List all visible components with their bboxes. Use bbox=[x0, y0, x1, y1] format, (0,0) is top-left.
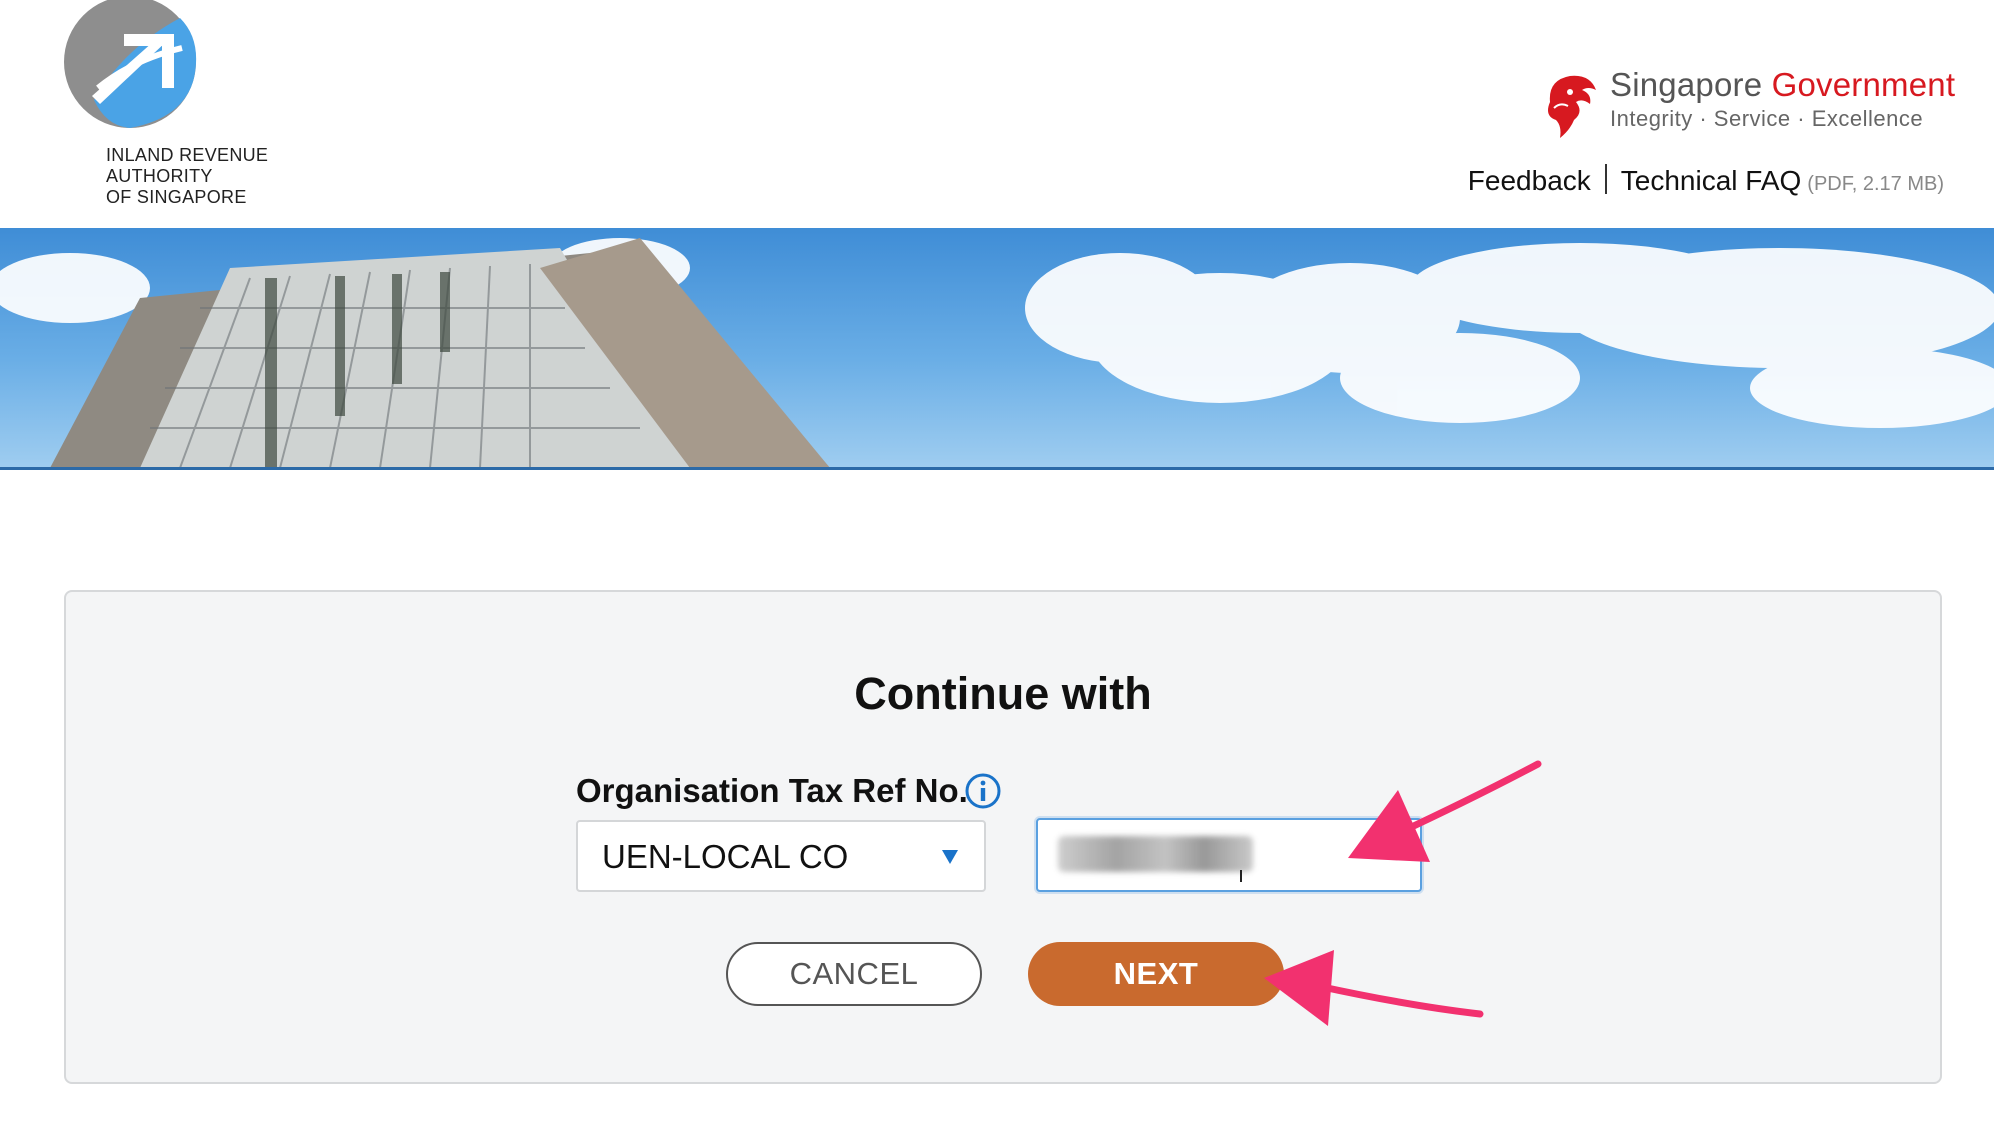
tax-ref-number-input[interactable] bbox=[1036, 818, 1422, 892]
banner-illustration bbox=[0, 238, 1994, 468]
feedback-link[interactable]: Feedback bbox=[1468, 165, 1591, 196]
text-cursor bbox=[1240, 870, 1242, 882]
header-links: Feedback Technical FAQ (PDF, 2.17 MB) bbox=[1468, 164, 1944, 197]
gov-title-prefix: Singapore bbox=[1610, 66, 1763, 103]
technical-faq-file-info: (PDF, 2.17 MB) bbox=[1807, 173, 1944, 195]
caret-down-icon bbox=[942, 850, 958, 864]
panel-title: Continue with bbox=[854, 668, 1152, 719]
iras-logo[interactable] bbox=[62, 0, 202, 132]
agency-name-line-2: AUTHORITY bbox=[106, 166, 213, 186]
id-type-select[interactable]: UEN-LOCAL CO bbox=[576, 820, 986, 892]
technical-faq-link[interactable]: Technical FAQ bbox=[1621, 165, 1802, 196]
continue-panel: Continue with Organisation Tax Ref No. U… bbox=[64, 590, 1942, 1084]
id-type-selected-value: UEN-LOCAL CO bbox=[602, 838, 849, 875]
org-tax-ref-label: Organisation Tax Ref No. bbox=[576, 772, 968, 809]
redacted-value bbox=[1058, 836, 1253, 872]
agency-name: INLAND REVENUE AUTHORITY OF SINGAPORE bbox=[106, 145, 268, 208]
next-button[interactable]: NEXT bbox=[1028, 942, 1284, 1006]
info-icon[interactable] bbox=[964, 772, 1002, 810]
link-divider bbox=[1604, 164, 1607, 194]
gov-title: Singapore Government bbox=[1610, 66, 1955, 104]
merlion-lion-head-icon bbox=[1548, 75, 1596, 138]
gov-title-suffix: Government bbox=[1771, 66, 1956, 103]
site-header: INLAND REVENUE AUTHORITY OF SINGAPORE Si… bbox=[0, 0, 1994, 228]
agency-name-line-3: OF SINGAPORE bbox=[106, 187, 247, 207]
hero-banner bbox=[0, 228, 1994, 468]
agency-name-line-1: INLAND REVENUE bbox=[106, 145, 269, 165]
cancel-button[interactable]: CANCEL bbox=[726, 942, 982, 1006]
banner-divider bbox=[0, 467, 1994, 470]
gov-tagline: Integrity · Service · Excellence bbox=[1610, 106, 1924, 131]
